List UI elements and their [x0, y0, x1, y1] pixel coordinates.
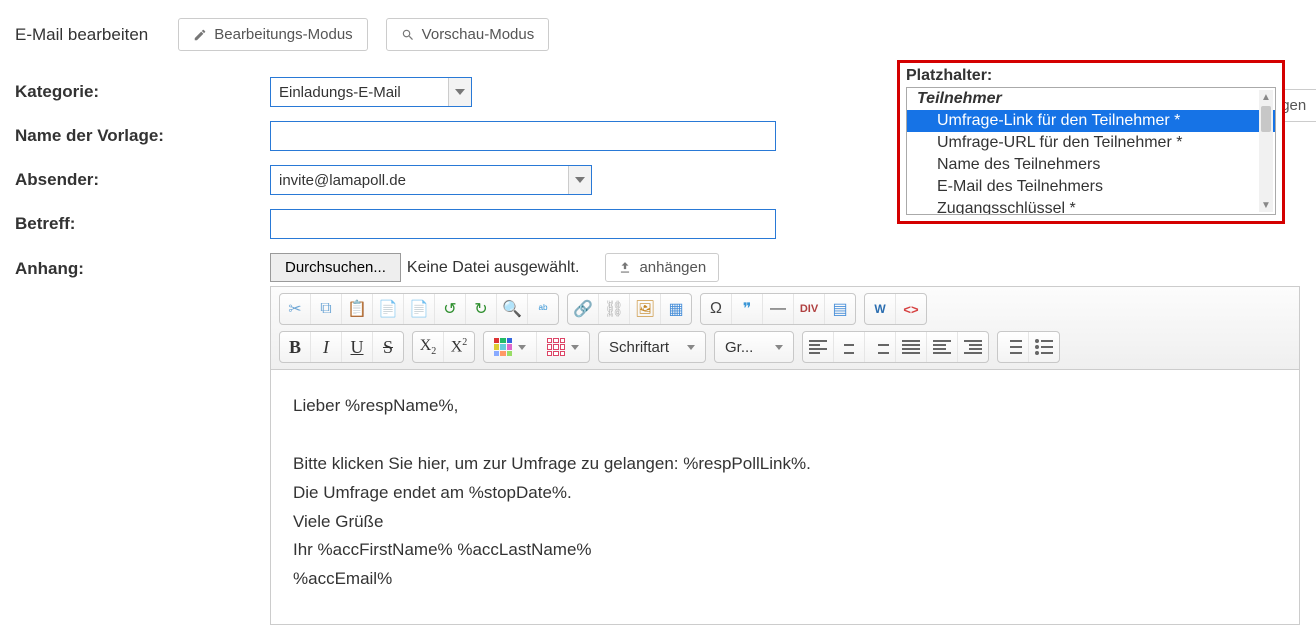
template-name-input[interactable] — [270, 121, 776, 151]
paste-word2-button[interactable]: W — [865, 294, 896, 324]
italic-button[interactable]: I — [311, 332, 342, 362]
body-line: Bitte klicken Sie hier, um zur Umfrage z… — [293, 450, 1277, 479]
body-line: Die Umfrage endet am %stopDate%. — [293, 479, 1277, 508]
placeholder-panel: Platzhalter: Teilnehmer Umfrage-Link für… — [897, 60, 1285, 224]
body-line: %accEmail% — [293, 565, 1277, 594]
font-family-select[interactable]: Schriftart — [599, 332, 705, 362]
placeholder-listbox[interactable]: Teilnehmer Umfrage-Link für den Teilnehm… — [906, 87, 1276, 215]
font-size-label: Gr... — [725, 339, 753, 356]
cut-button[interactable]: ✂ — [280, 294, 311, 324]
indent-button[interactable] — [958, 332, 988, 362]
source-button[interactable]: <> — [896, 294, 926, 324]
subject-input[interactable] — [270, 209, 776, 239]
unordered-list-button[interactable] — [1029, 332, 1059, 362]
outdent-button[interactable] — [927, 332, 958, 362]
body-line: Viele Grüße — [293, 508, 1277, 537]
placeholder-item[interactable]: Zugangsschlüssel * — [907, 198, 1275, 215]
body-line: Ihr %accFirstName% %accLastName% — [293, 536, 1277, 565]
browse-button[interactable]: Durchsuchen... — [270, 253, 401, 282]
attachment-label: Anhang: — [15, 253, 270, 279]
page-title: E-Mail bearbeiten — [15, 25, 148, 45]
align-center-button[interactable] — [834, 332, 865, 362]
underline-button[interactable]: U — [342, 332, 373, 362]
scroll-thumb[interactable] — [1261, 106, 1271, 132]
editor-toolbar: ✂ ⧉ 📋 📄 📄 ↺ ↻ 🔍 ᵃᵇ 🔗 — [271, 287, 1299, 370]
pencil-icon — [193, 28, 207, 42]
preview-mode-button[interactable]: Vorschau-Modus — [386, 18, 550, 51]
chevron-down-icon — [448, 78, 471, 106]
edit-mode-button[interactable]: Bearbeitungs-Modus — [178, 18, 367, 51]
table-button[interactable] — [537, 332, 589, 362]
paste-button[interactable]: 📋 — [342, 294, 373, 324]
attach-label: anhängen — [639, 259, 706, 276]
align-right-button[interactable] — [865, 332, 896, 362]
div-button[interactable]: DIV — [794, 294, 825, 324]
placeholder-title: Platzhalter: — [906, 67, 1276, 85]
special-char-button[interactable]: Ω — [701, 294, 732, 324]
paste-word-button[interactable]: 📄 — [404, 294, 435, 324]
find-button[interactable]: 🔍 — [497, 294, 528, 324]
sender-value: invite@lamapoll.de — [279, 172, 406, 189]
subject-label: Betreff: — [15, 214, 270, 234]
editor-body[interactable]: Lieber %respName%, Bitte klicken Sie hie… — [271, 370, 1299, 624]
placeholder-group: Teilnehmer — [907, 88, 1275, 110]
preview-mode-label: Vorschau-Modus — [422, 26, 535, 43]
body-line: Lieber %respName%, — [293, 392, 1277, 421]
redo-button[interactable]: ↻ — [466, 294, 497, 324]
attach-button[interactable]: anhängen — [605, 253, 719, 282]
placeholder-item[interactable]: Umfrage-URL für den Teilnehmer * — [907, 132, 1275, 154]
templates-button[interactable]: ▤ — [825, 294, 855, 324]
link-button[interactable]: 🔗 — [568, 294, 599, 324]
insert-table-button[interactable]: ▦ — [661, 294, 691, 324]
chevron-down-icon — [568, 166, 591, 194]
undo-button[interactable]: ↺ — [435, 294, 466, 324]
ordered-list-button[interactable] — [998, 332, 1029, 362]
bold-button[interactable]: B — [280, 332, 311, 362]
superscript-button[interactable]: X2 — [444, 332, 474, 362]
copy-button[interactable]: ⧉ — [311, 294, 342, 324]
upload-icon — [618, 261, 632, 275]
scroll-up-icon[interactable]: ▲ — [1259, 90, 1273, 104]
wysiwyg-editor: ✂ ⧉ 📋 📄 📄 ↺ ↻ 🔍 ᵃᵇ 🔗 — [270, 286, 1300, 625]
subscript-button[interactable]: X2 — [413, 332, 444, 362]
sender-select[interactable]: invite@lamapoll.de — [270, 165, 592, 195]
template-name-label: Name der Vorlage: — [15, 126, 270, 146]
image-button[interactable]: 🖼 — [630, 294, 661, 324]
text-color-button[interactable] — [484, 332, 537, 362]
scrollbar[interactable]: ▲ ▼ — [1259, 90, 1273, 212]
placeholder-item[interactable]: E-Mail des Teilnehmers — [907, 176, 1275, 198]
paste-text-button[interactable]: 📄 — [373, 294, 404, 324]
strike-button[interactable]: S — [373, 332, 403, 362]
file-status: Keine Datei ausgewählt. — [407, 259, 580, 277]
align-left-button[interactable] — [803, 332, 834, 362]
font-size-select[interactable]: Gr... — [715, 332, 793, 362]
category-label: Kategorie: — [15, 82, 270, 102]
category-value: Einladungs-E-Mail — [279, 84, 401, 101]
unlink-button[interactable]: ⛓ — [599, 294, 630, 324]
placeholder-item[interactable]: Name des Teilnehmers — [907, 154, 1275, 176]
hr-button[interactable]: — — [763, 294, 794, 324]
align-justify-button[interactable] — [896, 332, 927, 362]
placeholder-item[interactable]: Umfrage-Link für den Teilnehmer * — [907, 110, 1275, 132]
sender-label: Absender: — [15, 170, 270, 190]
blockquote-button[interactable]: ❞ — [732, 294, 763, 324]
category-select[interactable]: Einladungs-E-Mail — [270, 77, 472, 107]
scroll-down-icon[interactable]: ▼ — [1259, 198, 1273, 212]
magnifier-icon — [401, 28, 415, 42]
replace-button[interactable]: ᵃᵇ — [528, 294, 558, 324]
top-bar: E-Mail bearbeiten Bearbeitungs-Modus Vor… — [15, 18, 1301, 51]
edit-mode-label: Bearbeitungs-Modus — [214, 26, 352, 43]
font-family-label: Schriftart — [609, 339, 669, 356]
